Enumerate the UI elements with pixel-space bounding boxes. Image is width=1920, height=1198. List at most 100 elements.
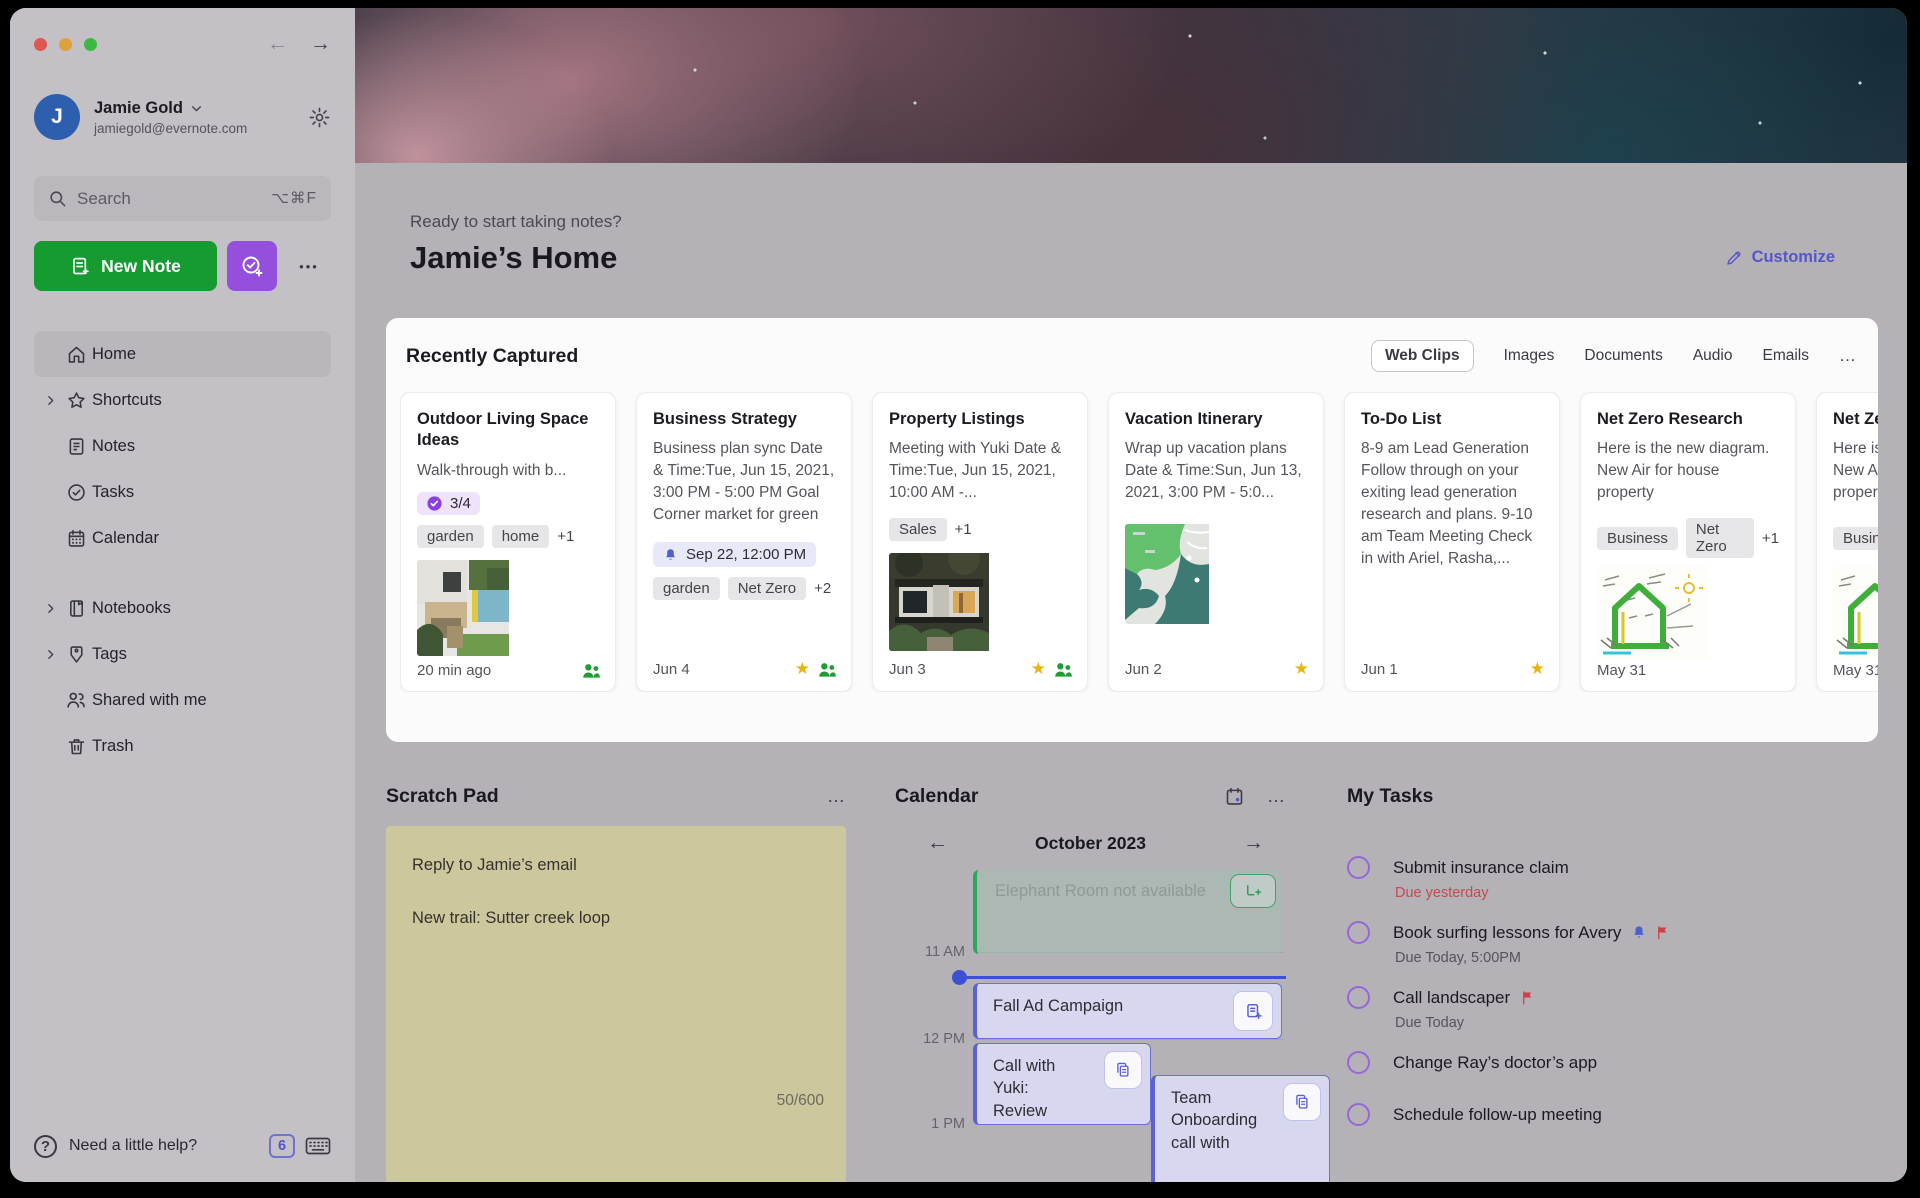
task-checkbox[interactable] (1347, 921, 1370, 944)
chevron-right-icon[interactable] (40, 648, 60, 661)
minimize-window-button[interactable] (59, 38, 72, 51)
current-time-indicator (961, 976, 1286, 979)
card-title: Outdoor Living Space Ideas (417, 409, 599, 452)
settings-gear-icon[interactable] (308, 106, 331, 129)
sidebar-item-notes[interactable]: Notes (34, 423, 331, 469)
customize-button[interactable]: Customize (1725, 248, 1835, 267)
help-icon[interactable]: ? (34, 1135, 57, 1158)
card-date: May 31 (1833, 662, 1878, 679)
task-checkbox[interactable] (1347, 986, 1370, 1009)
note-card[interactable]: Vacation Itinerary Wrap up vacation plan… (1108, 392, 1324, 692)
new-task-button[interactable] (227, 241, 277, 291)
window-titlebar: ← → (34, 32, 331, 56)
note-card[interactable]: Business Strategy Business plan sync Dat… (636, 392, 852, 692)
task-row: Submit insurance claim Due yesterday (1347, 856, 1768, 901)
navigate-forward-button[interactable]: → (310, 32, 331, 56)
note-actions-more-button[interactable]: ••• (287, 259, 331, 274)
tag-pill[interactable]: Business (1597, 527, 1678, 550)
sidebar-item-notebooks[interactable]: Notebooks (34, 585, 331, 631)
note-card[interactable]: Net Zero Research Here is the new diagra… (1816, 392, 1878, 692)
net-zero-sketch (1597, 566, 1779, 660)
tag-pill[interactable]: garden (653, 577, 720, 600)
tabs-more-button[interactable]: … (1839, 346, 1856, 366)
chevron-right-icon[interactable] (40, 394, 60, 407)
task-title[interactable]: Change Ray’s doctor’s app (1393, 1053, 1597, 1073)
notification-count-badge[interactable]: 6 (269, 1134, 295, 1158)
tab-images[interactable]: Images (1504, 347, 1555, 365)
sidebar-item-calendar[interactable]: Calendar (34, 515, 331, 561)
copy-event-button[interactable] (1283, 1083, 1321, 1121)
card-title: To-Do List (1361, 409, 1543, 430)
note-icon (60, 436, 92, 457)
calendar-event-team-onboarding[interactable]: Team Onboarding call with (1151, 1075, 1330, 1182)
note-card[interactable]: To-Do List 8-9 am Lead Generation Follow… (1344, 392, 1560, 692)
tag-pill[interactable]: Net Zero (728, 577, 806, 600)
close-window-button[interactable] (34, 38, 47, 51)
keyboard-shortcuts-icon[interactable] (305, 1135, 331, 1157)
star-icon (60, 390, 92, 411)
sidebar-item-home[interactable]: Home (34, 331, 331, 377)
next-month-button[interactable]: → (1243, 831, 1264, 855)
task-title[interactable]: Call landscaper (1393, 988, 1510, 1008)
sidebar-item-label: Shared with me (92, 691, 207, 710)
starred-icon: ★ (1530, 659, 1545, 679)
copy-event-button[interactable] (1104, 1051, 1142, 1089)
card-title: Property Listings (889, 409, 1071, 430)
calendar-today-icon[interactable] (1224, 786, 1245, 807)
user-email: jamiegold@evernote.com (94, 121, 247, 136)
calendar-event-fall-ad-campaign[interactable]: Fall Ad Campaign (973, 983, 1282, 1039)
tag-icon (60, 644, 92, 665)
tag-pill[interactable]: home (492, 525, 550, 548)
scratch-pad-more-button[interactable]: … (827, 786, 846, 807)
tag-pill[interactable]: Net Zero (1686, 518, 1754, 558)
task-checkbox[interactable] (1347, 1051, 1370, 1074)
sidebar-item-label: Tasks (92, 483, 134, 502)
shared-people-icon (818, 661, 837, 678)
tab-web-clips[interactable]: Web Clips (1371, 340, 1474, 372)
previous-month-button[interactable]: ← (927, 831, 948, 855)
create-note-from-event-button[interactable] (1233, 991, 1273, 1031)
sidebar-item-trash[interactable]: Trash (34, 723, 331, 769)
tab-emails[interactable]: Emails (1762, 347, 1809, 365)
note-card[interactable]: Property Listings Meeting with Yuki Date… (872, 392, 1088, 692)
calendar-title: Calendar (895, 785, 978, 808)
card-snippet: Business plan sync Date & Time:Tue, Jun … (653, 438, 835, 526)
task-title[interactable]: Schedule follow-up meeting (1393, 1105, 1602, 1125)
home-icon (60, 344, 92, 365)
chevron-right-icon[interactable] (40, 602, 60, 615)
calendar-event-busy[interactable]: Elephant Room not available (973, 870, 1282, 954)
starred-icon: ★ (1294, 659, 1309, 679)
tab-documents[interactable]: Documents (1584, 347, 1662, 365)
sidebar-item-tasks[interactable]: Tasks (34, 469, 331, 515)
account-switcher[interactable]: J Jamie Gold jamiegold@evernote.com (34, 94, 331, 140)
sidebar-item-shared-with-me[interactable]: Shared with me (34, 677, 331, 723)
sidebar-item-tags[interactable]: Tags (34, 631, 331, 677)
card-title: Net Zero Research (1597, 409, 1779, 430)
task-title[interactable]: Submit insurance claim (1393, 858, 1569, 878)
note-card[interactable]: Net Zero Research Here is the new diagra… (1580, 392, 1796, 692)
calendar-more-button[interactable]: … (1267, 786, 1286, 807)
new-note-button[interactable]: New Note (34, 241, 217, 291)
tag-pill[interactable]: Sales (889, 518, 947, 541)
task-row: Change Ray’s doctor’s app (1347, 1051, 1768, 1074)
my-tasks-title: My Tasks (1347, 785, 1433, 808)
note-card[interactable]: Outdoor Living Space Ideas Walk-through … (400, 392, 616, 692)
search-input[interactable]: Search ⌥⌘F (34, 176, 331, 221)
task-row: Call landscaper Due Today (1347, 986, 1768, 1031)
event-title: Fall Ad Campaign (993, 997, 1123, 1015)
calendar-event-call-with-yuki[interactable]: Call with Yuki: Review (973, 1043, 1151, 1125)
tag-pill[interactable]: garden (417, 525, 484, 548)
create-note-from-event-button[interactable] (1230, 874, 1276, 908)
tab-audio[interactable]: Audio (1693, 347, 1733, 365)
tag-pill[interactable]: Business (1833, 527, 1878, 550)
task-checkbox[interactable] (1347, 856, 1370, 879)
calendar-schedule[interactable]: 11 AM 12 PM 1 PM Elephant Room not avail… (895, 868, 1286, 1182)
task-checkbox[interactable] (1347, 1103, 1370, 1126)
scratch-pad-note[interactable]: Reply to Jamie’s email New trail: Sutter… (386, 826, 846, 1182)
new-note-label: New Note (101, 256, 181, 277)
sidebar-item-shortcuts[interactable]: Shortcuts (34, 377, 331, 423)
zoom-window-button[interactable] (84, 38, 97, 51)
navigate-back-button[interactable]: ← (267, 32, 288, 56)
task-title[interactable]: Book surfing lessons for Avery (1393, 923, 1621, 943)
help-label[interactable]: Need a little help? (69, 1137, 197, 1155)
